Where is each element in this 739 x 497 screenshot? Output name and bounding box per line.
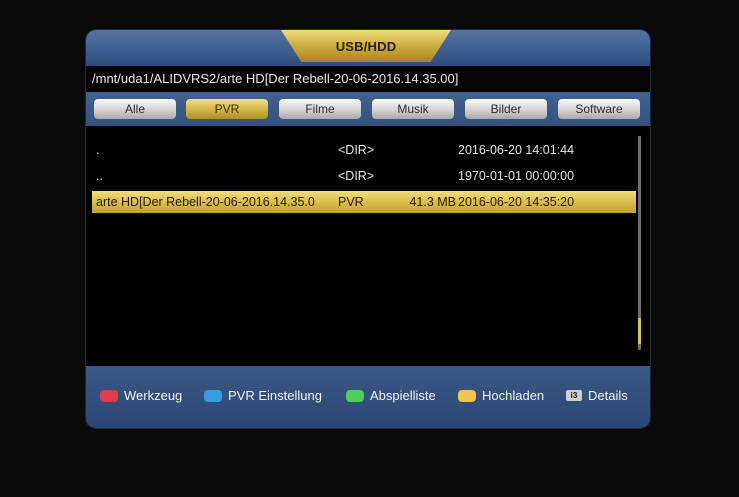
- scrollbar-thumb[interactable]: [638, 318, 641, 344]
- current-path: /mnt/uda1/ALIDVRS2/arte HD[Der Rebell-20…: [86, 66, 650, 92]
- file-row-current-dir[interactable]: . <DIR> 2016-06-20 14:01:44: [92, 139, 636, 161]
- file-row-parent-dir[interactable]: .. <DIR> 1970-01-01 00:00:00: [92, 165, 636, 187]
- tab-bilder[interactable]: Bilder: [465, 99, 547, 119]
- file-date: 2016-06-20 14:01:44: [458, 143, 575, 157]
- file-name: arte HD[Der Rebell-20-06-2016.14.35.0: [96, 195, 315, 209]
- file-type: PVR: [338, 195, 364, 209]
- tab-pvr[interactable]: PVR: [186, 99, 268, 119]
- tab-filme[interactable]: Filme: [279, 99, 361, 119]
- tab-musik[interactable]: Musik: [372, 99, 454, 119]
- legend-label: Details: [588, 388, 628, 403]
- yellow-key-icon: [458, 389, 476, 402]
- window-title: USB/HDD: [281, 30, 451, 62]
- legend-details[interactable]: i3 Details: [566, 386, 628, 406]
- tab-alle[interactable]: Alle: [94, 99, 176, 119]
- category-tabs: Alle PVR Filme Musik Bilder Software: [86, 92, 650, 126]
- file-row-recording[interactable]: arte HD[Der Rebell-20-06-2016.14.35.0 PV…: [92, 191, 636, 213]
- legend-pvr-einstellung[interactable]: PVR Einstellung: [204, 386, 322, 406]
- list-scrollbar[interactable]: [638, 136, 641, 350]
- tab-software[interactable]: Software: [558, 99, 640, 119]
- legend-label: Hochladen: [482, 388, 545, 403]
- file-name: ..: [96, 169, 103, 183]
- legend-label: Abspielliste: [370, 388, 436, 403]
- file-date: 1970-01-01 00:00:00: [458, 169, 575, 183]
- panel-header: USB/HDD: [86, 30, 650, 66]
- color-key-legend: Werkzeug PVR Einstellung Abspielliste Ho…: [86, 366, 650, 428]
- blue-key-icon: [204, 389, 222, 402]
- file-type: <DIR>: [338, 169, 375, 183]
- legend-abspielliste[interactable]: Abspielliste: [346, 386, 436, 406]
- legend-label: Werkzeug: [124, 388, 183, 403]
- file-size: 41.3 MB: [409, 195, 456, 209]
- legend-hochladen[interactable]: Hochladen: [458, 386, 544, 406]
- red-key-icon: [100, 389, 118, 402]
- file-name: .: [96, 143, 100, 157]
- green-key-icon: [346, 389, 364, 402]
- file-type: <DIR>: [338, 143, 375, 157]
- tv-screen: USB/HDD /mnt/uda1/ALIDVRS2/arte HD[Der R…: [0, 0, 739, 497]
- file-date: 2016-06-20 14:35:20: [458, 195, 575, 209]
- info-key-icon: i3: [566, 390, 582, 402]
- legend-label: PVR Einstellung: [228, 388, 322, 403]
- legend-werkzeug[interactable]: Werkzeug: [100, 386, 182, 406]
- file-list: . <DIR> 2016-06-20 14:01:44 .. <DIR> 197…: [86, 126, 650, 366]
- file-manager-panel: USB/HDD /mnt/uda1/ALIDVRS2/arte HD[Der R…: [86, 30, 650, 428]
